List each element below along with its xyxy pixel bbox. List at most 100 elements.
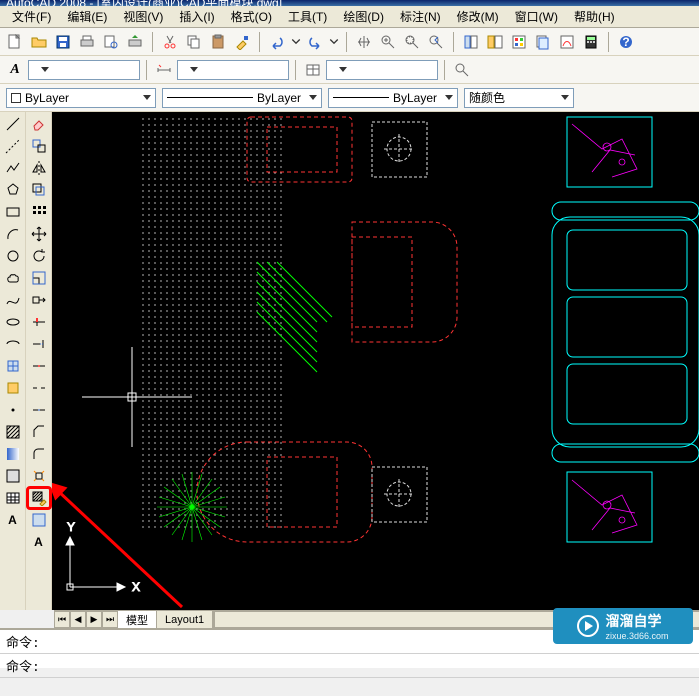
extend-tool[interactable] [28, 334, 50, 354]
construction-line-tool[interactable] [2, 136, 24, 156]
stretch-tool[interactable] [28, 290, 50, 310]
tab-prev-button[interactable]: ◀ [70, 611, 86, 628]
point-tool[interactable] [2, 400, 24, 420]
menu-tools[interactable]: 工具(T) [280, 6, 335, 27]
tool-palettes-button[interactable] [508, 31, 530, 53]
mtext-tool[interactable]: A [2, 510, 24, 530]
quickcalc-button[interactable] [580, 31, 602, 53]
menu-view[interactable]: 视图(V) [115, 6, 171, 27]
help-button[interactable]: ? [615, 31, 637, 53]
zoom-window-button[interactable] [401, 31, 423, 53]
table-tool[interactable] [2, 488, 24, 508]
table-style-icon[interactable] [302, 59, 324, 81]
text-tool[interactable]: A [28, 532, 50, 552]
ellipse-tool[interactable] [2, 312, 24, 332]
make-block-tool[interactable] [2, 378, 24, 398]
command-line-2[interactable]: 命令: [0, 654, 699, 678]
dim-style-icon[interactable] [153, 59, 175, 81]
undo-button[interactable] [266, 31, 288, 53]
sheet-set-button[interactable] [532, 31, 554, 53]
save-button[interactable] [52, 31, 74, 53]
paste-button[interactable] [207, 31, 229, 53]
menu-modify[interactable]: 修改(M) [449, 6, 507, 27]
ellipse-arc-tool[interactable] [2, 334, 24, 354]
edit-hatch-tool[interactable] [28, 488, 50, 508]
move-tool[interactable] [28, 224, 50, 244]
tab-last-button[interactable]: ⏭ [102, 611, 118, 628]
zoom-realtime-button[interactable] [377, 31, 399, 53]
menu-draw[interactable]: 绘图(D) [335, 6, 392, 27]
hatch-tool[interactable] [2, 422, 24, 442]
find-icon[interactable] [451, 59, 473, 81]
tab-first-button[interactable]: ⏮ [54, 611, 70, 628]
tab-layout1[interactable]: Layout1 [157, 611, 213, 628]
cut-button[interactable] [159, 31, 181, 53]
menu-bar: 文件(F) 编辑(E) 视图(V) 插入(I) 格式(O) 工具(T) 绘图(D… [0, 6, 699, 28]
plot-preview-button[interactable] [100, 31, 122, 53]
revision-cloud-tool[interactable] [2, 268, 24, 288]
erase-tool[interactable] [28, 114, 50, 134]
menu-window[interactable]: 窗口(W) [507, 6, 566, 27]
drawing-canvas[interactable]: X Y [52, 112, 699, 610]
designcenter-button[interactable] [484, 31, 506, 53]
table-style-dropdown[interactable] [326, 60, 438, 80]
menu-file[interactable]: 文件(F) [4, 6, 59, 27]
pan-button[interactable] [353, 31, 375, 53]
match-props-button[interactable] [231, 31, 253, 53]
spline-tool[interactable] [2, 290, 24, 310]
plotstyle-control[interactable]: 随颜色 [464, 88, 574, 108]
zoom-previous-button[interactable] [425, 31, 447, 53]
break-at-point-tool[interactable] [28, 356, 50, 376]
qnew-button[interactable] [4, 31, 26, 53]
open-button[interactable] [28, 31, 50, 53]
explode-tool[interactable] [28, 466, 50, 486]
linetype-control[interactable]: ByLayer [162, 88, 322, 108]
play-icon [577, 615, 599, 637]
lineweight-control[interactable]: ByLayer [328, 88, 458, 108]
menu-edit[interactable]: 编辑(E) [59, 6, 115, 27]
redo-drop-button[interactable] [328, 31, 340, 53]
insert-block-tool[interactable] [2, 356, 24, 376]
gradient-tool[interactable] [2, 444, 24, 464]
menu-dim[interactable]: 标注(N) [392, 6, 449, 27]
plot-button[interactable] [76, 31, 98, 53]
properties-button[interactable] [460, 31, 482, 53]
rectangle-tool[interactable] [2, 202, 24, 222]
workspace: A A [0, 112, 699, 610]
region-tool[interactable] [2, 466, 24, 486]
arc-tool[interactable] [2, 224, 24, 244]
tab-next-button[interactable]: ▶ [86, 611, 102, 628]
menu-format[interactable]: 格式(O) [223, 6, 280, 27]
break-tool[interactable] [28, 378, 50, 398]
array-tool[interactable] [28, 202, 50, 222]
mirror-tool[interactable] [28, 158, 50, 178]
watermark-url: zixue.3d66.com [605, 631, 668, 641]
dim-style-dropdown[interactable] [177, 60, 289, 80]
menu-insert[interactable]: 插入(I) [171, 6, 222, 27]
polygon-tool[interactable] [2, 180, 24, 200]
inquiry-tool[interactable] [28, 510, 50, 530]
polyline-tool[interactable] [2, 158, 24, 178]
text-style-icon[interactable]: A [4, 59, 26, 81]
circle-tool[interactable] [2, 246, 24, 266]
undo-drop-button[interactable] [290, 31, 302, 53]
styles-toolbar: A [0, 56, 699, 84]
publish-button[interactable] [124, 31, 146, 53]
redo-button[interactable] [304, 31, 326, 53]
text-style-dropdown[interactable] [28, 60, 140, 80]
fillet-tool[interactable] [28, 444, 50, 464]
markup-button[interactable] [556, 31, 578, 53]
line-tool[interactable] [2, 114, 24, 134]
copy-button[interactable] [183, 31, 205, 53]
menu-help[interactable]: 帮助(H) [566, 6, 623, 27]
offset-tool[interactable] [28, 180, 50, 200]
tab-model[interactable]: 模型 [118, 611, 157, 628]
copy-tool[interactable] [28, 136, 50, 156]
chamfer-tool[interactable] [28, 422, 50, 442]
scale-tool[interactable] [28, 268, 50, 288]
rotate-tool[interactable] [28, 246, 50, 266]
color-control[interactable]: ByLayer [6, 88, 156, 108]
trim-tool[interactable] [28, 312, 50, 332]
separator [346, 32, 347, 52]
join-tool[interactable] [28, 400, 50, 420]
